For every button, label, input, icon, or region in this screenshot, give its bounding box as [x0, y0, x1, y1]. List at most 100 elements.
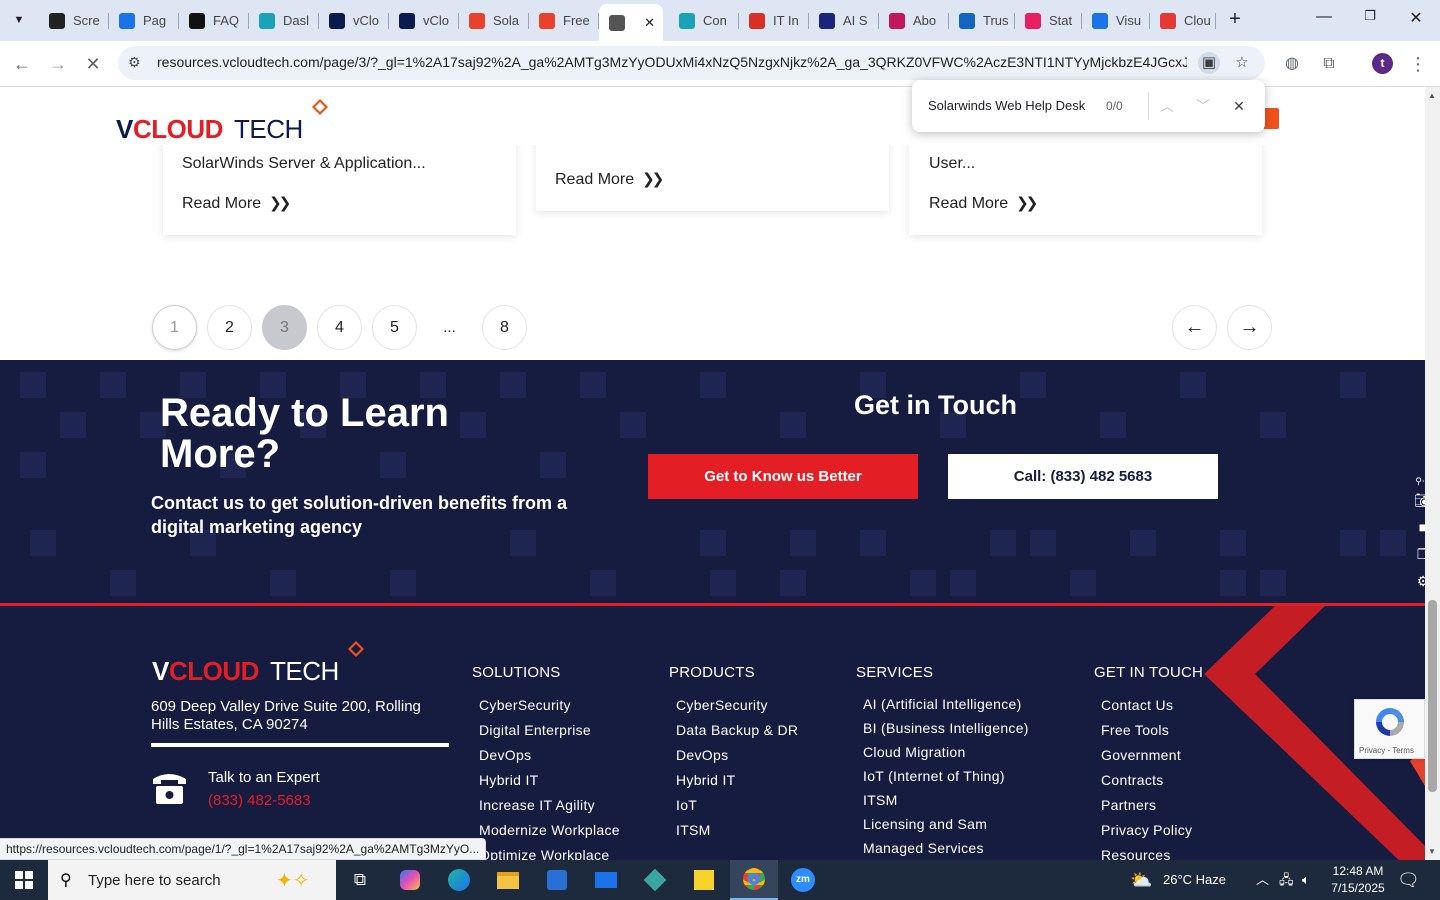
footer-link[interactable]: Licensing and Sam [863, 816, 987, 832]
close-window-icon[interactable]: ✕ [1401, 8, 1431, 28]
browser-tab[interactable]: AI S [809, 6, 879, 35]
call-button[interactable]: Call: (833) 482 5683 [948, 454, 1218, 499]
read-more-link[interactable]: Read More ❯❯ [555, 170, 664, 189]
stop-loading-icon[interactable]: ✕ [80, 51, 106, 77]
footer-link[interactable]: Increase IT Agility [479, 797, 595, 813]
tray-chevron-icon[interactable]: ︿ [1256, 860, 1269, 900]
back-icon[interactable]: ← [9, 51, 35, 77]
page-number-button[interactable]: 3 [262, 305, 307, 350]
read-more-label[interactable]: Read More [555, 171, 634, 188]
browser-tab[interactable]: FAQ [179, 6, 249, 35]
footer-link[interactable]: CyberSecurity [676, 697, 768, 713]
footer-link[interactable]: Contracts [1101, 772, 1164, 788]
footer-link[interactable]: Hybrid IT [676, 772, 736, 788]
page-number-button[interactable]: 5 [372, 305, 417, 350]
prev-page-arrow-icon[interactable]: ← [1172, 305, 1217, 350]
footer-link[interactable]: Privacy Policy [1101, 822, 1192, 838]
find-next-icon[interactable]: ﹀ [1192, 95, 1214, 117]
notifications-icon[interactable]: 🗨︎ [1397, 860, 1420, 900]
footer-link[interactable]: ITSM [676, 822, 711, 838]
network-icon[interactable]: 🖧︎ [1279, 860, 1294, 900]
find-in-page-icon[interactable]: ▣ [1198, 52, 1220, 74]
taskbar-search[interactable]: ⚲ Type here to search ✦✧ [48, 860, 336, 900]
profile-avatar[interactable]: t [1372, 53, 1393, 74]
site-info-icon[interactable]: ⚙ [128, 54, 141, 71]
browser-tab[interactable]: Free [529, 6, 599, 35]
mail-icon[interactable] [582, 860, 630, 900]
read-more-label[interactable]: Read More [182, 195, 261, 212]
footer-link[interactable]: Digital Enterprise [479, 722, 591, 738]
clock[interactable]: 12:48 AM 7/15/2025 [1330, 860, 1386, 900]
footer-link[interactable]: DevOps [676, 747, 728, 763]
url-text[interactable]: resources.vcloudtech.com/page/3/?_gl=1%2… [157, 54, 1187, 70]
link-icon[interactable]: ⚲⋯ [1414, 476, 1425, 486]
restore-icon[interactable]: ❐ [1355, 8, 1385, 24]
footer-link[interactable]: Optimize Workplace [479, 847, 609, 860]
next-page-arrow-icon[interactable]: → [1227, 305, 1272, 350]
page-number-button[interactable]: 1 [152, 305, 197, 350]
edge-icon[interactable] [435, 860, 483, 900]
browser-tab[interactable]: vClo [389, 6, 459, 35]
footer-link[interactable]: Cloud Migration [863, 744, 966, 760]
footer-link[interactable]: CyberSecurity [479, 697, 571, 713]
browser-tab[interactable]: Con [669, 6, 739, 35]
tab-close-icon[interactable]: ✕ [644, 15, 655, 31]
volume-icon[interactable]: 🔈︎ [1302, 860, 1310, 900]
task-view-icon[interactable]: ⧉ [336, 860, 384, 900]
windows-start-icon[interactable] [0, 860, 48, 900]
page-number-button[interactable]: 2 [207, 305, 252, 350]
find-previous-icon[interactable]: ︿ [1156, 95, 1178, 117]
copilot-icon[interactable] [386, 860, 434, 900]
scroll-down-arrow-icon[interactable]: ▼ [1428, 847, 1436, 856]
browser-tab[interactable]: vClo [319, 6, 389, 35]
scrollbar-thumb[interactable] [1428, 600, 1437, 792]
page-number-button[interactable]: 4 [317, 305, 362, 350]
camera-icon[interactable]: 📷︎ [1414, 492, 1425, 510]
browser-tab[interactable]: Sola [459, 6, 529, 35]
footer-link[interactable]: Partners [1101, 797, 1156, 813]
footer-link[interactable]: Hybrid IT [479, 772, 539, 788]
footer-link[interactable]: IoT [676, 797, 697, 813]
footer-link[interactable]: Contact Us [1101, 697, 1173, 713]
chrome-menu-icon[interactable]: ⋮ [1405, 51, 1431, 77]
forward-icon[interactable]: → [45, 51, 71, 77]
footer-link[interactable]: Government [1101, 747, 1181, 763]
settings-gear-icon[interactable]: ⚙ [1414, 573, 1425, 591]
sticky-notes-icon[interactable] [680, 860, 728, 900]
video-icon[interactable]: ■ [1414, 519, 1425, 537]
translate-icon[interactable]: ◍ [1279, 51, 1305, 77]
read-more-label[interactable]: Read More [929, 195, 1008, 212]
file-explorer-icon[interactable] [484, 860, 532, 900]
footer-link[interactable]: Resources [1101, 847, 1171, 860]
tab-search-icon[interactable]: ▼ [6, 7, 32, 33]
windows-icon[interactable]: ❐ [1414, 546, 1425, 564]
footer-link[interactable]: AI (Artificial Intelligence) [863, 696, 1022, 712]
address-bar[interactable]: ⚙ resources.vcloudtech.com/page/3/?_gl=1… [118, 46, 1265, 80]
card-title[interactable]: User... [929, 155, 975, 173]
app-diamond-icon[interactable] [631, 860, 679, 900]
recaptcha-badge[interactable]: Privacy - Terms [1354, 699, 1425, 759]
zoom-icon[interactable]: zm [779, 860, 827, 900]
browser-tab[interactable]: IT In [739, 6, 809, 35]
recaptcha-terms[interactable]: Privacy - Terms [1359, 746, 1414, 755]
get-to-know-us-button[interactable]: Get to Know us Better [648, 454, 918, 499]
footer-link[interactable]: Free Tools [1101, 722, 1169, 738]
browser-tab[interactable]: Visu [1082, 6, 1150, 35]
browser-tab[interactable]: ✕ [599, 4, 663, 41]
page-scrollbar[interactable]: ▲ ▼ [1425, 87, 1440, 860]
browser-tab[interactable]: Abo [879, 6, 949, 35]
footer-link[interactable]: Modernize Workplace [479, 822, 620, 838]
minimize-icon[interactable]: — [1309, 8, 1339, 26]
find-close-icon[interactable]: ✕ [1228, 95, 1250, 117]
chrome-icon[interactable] [730, 860, 778, 900]
read-more-link[interactable]: Read More ❯❯ [929, 194, 1038, 213]
browser-tab[interactable]: Pag [109, 6, 179, 35]
microsoft-store-icon[interactable] [533, 860, 581, 900]
vcloud-tech-logo[interactable]: V CLOUD TECH [116, 97, 331, 147]
browser-tab[interactable]: Clou [1150, 6, 1216, 35]
page-last-button[interactable]: 8 [482, 305, 527, 350]
find-input[interactable] [928, 98, 1088, 113]
read-more-link[interactable]: Read More ❯❯ [182, 194, 291, 213]
scroll-up-arrow-icon[interactable]: ▲ [1428, 91, 1436, 100]
footer-link[interactable]: DevOps [479, 747, 531, 763]
